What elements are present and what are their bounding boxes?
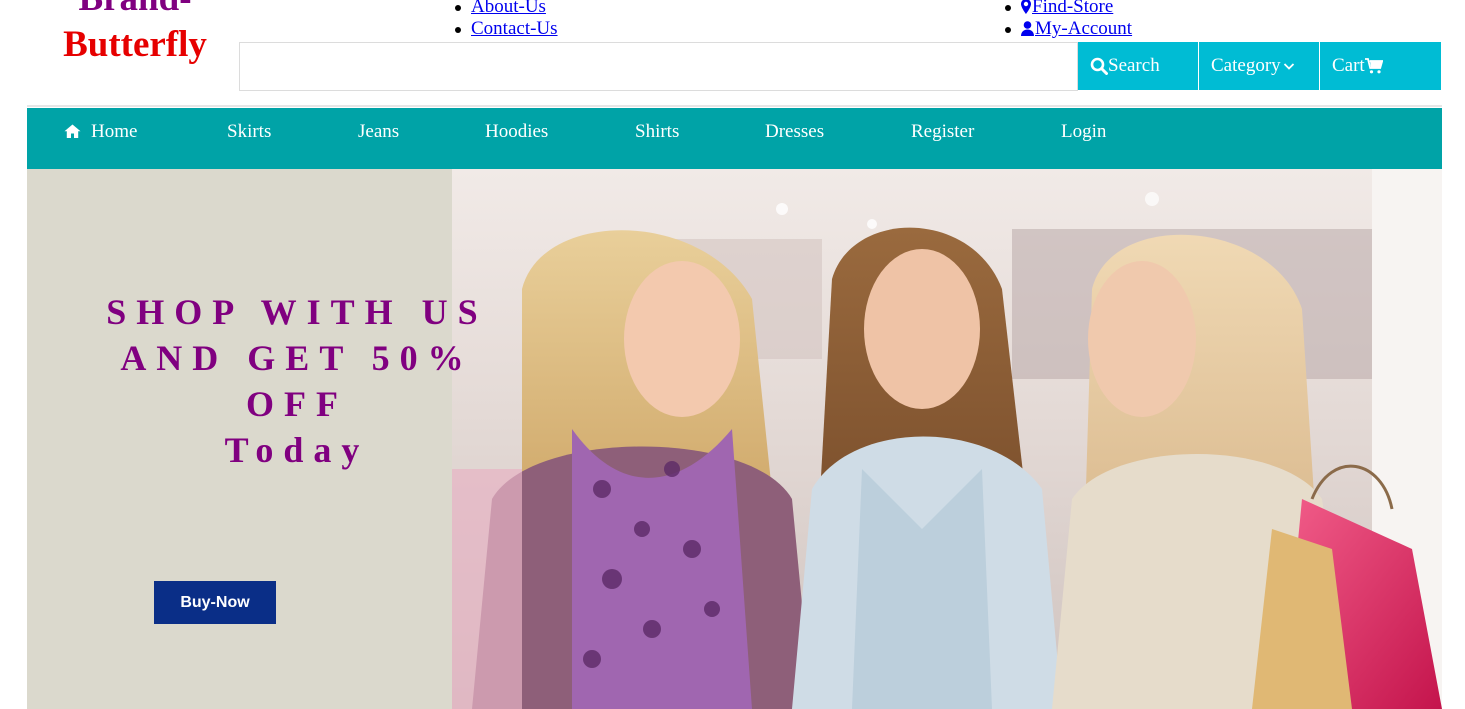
top-links-right: Find-Store My-Account (1004, 0, 1132, 40)
cart-icon (1364, 58, 1383, 74)
buy-now-button[interactable]: Buy-Now (154, 581, 276, 624)
find-store-link[interactable]: Find-Store (1021, 0, 1113, 17)
search-bar: Search Category Cart (239, 42, 1442, 91)
promo-line-3: OFF (246, 384, 348, 424)
brand-logo: Brand- Butterfly (30, 0, 240, 68)
hero-banner: SHOP WITH US AND GET 50% OFF Today Buy-N… (27, 169, 1442, 709)
nav-item-shirts[interactable]: Shirts (635, 108, 679, 156)
header-divider (27, 105, 1442, 107)
nav-item-skirts[interactable]: Skirts (227, 108, 271, 156)
search-icon (1090, 57, 1108, 75)
about-us-link[interactable]: About-Us (471, 0, 546, 17)
shopping-women-image (452, 169, 1442, 709)
find-store-label: Find-Store (1032, 0, 1114, 17)
user-icon (1021, 21, 1034, 36)
category-label: Category (1211, 55, 1281, 76)
chevron-down-icon (1283, 63, 1294, 70)
promo-line-1: SHOP WITH US (106, 292, 488, 332)
cart-button[interactable]: Cart (1320, 42, 1441, 90)
map-marker-icon (1021, 0, 1031, 14)
list-item: My-Account (1004, 18, 1132, 40)
home-icon (64, 124, 81, 138)
category-dropdown[interactable]: Category (1199, 42, 1320, 90)
nav-item-register[interactable]: Register (911, 108, 974, 156)
nav-item-jeans[interactable]: Jeans (358, 108, 399, 156)
promo-line-4: Today (224, 430, 370, 470)
main-nav: Home Skirts Jeans Hoodies Shirts Dresses… (27, 108, 1442, 169)
brand-line-2: Butterfly (63, 24, 207, 65)
search-button[interactable]: Search (1078, 42, 1199, 90)
nav-item-hoodies[interactable]: Hoodies (485, 108, 548, 156)
my-account-label: My-Account (1035, 18, 1133, 39)
list-item: Contact-Us (454, 18, 558, 40)
list-item: About-Us (454, 0, 558, 18)
nav-item-home[interactable]: Home (64, 108, 137, 156)
nav-home-label: Home (91, 121, 138, 142)
nav-item-dresses[interactable]: Dresses (765, 108, 824, 156)
search-button-label: Search (1108, 55, 1160, 76)
brand-line-1: Brand- (30, 0, 240, 22)
hero-photo (452, 169, 1442, 709)
search-input[interactable] (239, 42, 1078, 91)
contact-us-link[interactable]: Contact-Us (471, 18, 558, 39)
cart-label: Cart (1332, 55, 1365, 76)
list-item: Find-Store (1004, 0, 1132, 18)
nav-item-login[interactable]: Login (1061, 108, 1106, 156)
promo-headline: SHOP WITH US AND GET 50% OFF Today (67, 289, 527, 473)
my-account-link[interactable]: My-Account (1021, 18, 1132, 39)
top-links-left: About-Us Contact-Us (454, 0, 558, 40)
promo-line-2: AND GET 50% (120, 338, 474, 378)
